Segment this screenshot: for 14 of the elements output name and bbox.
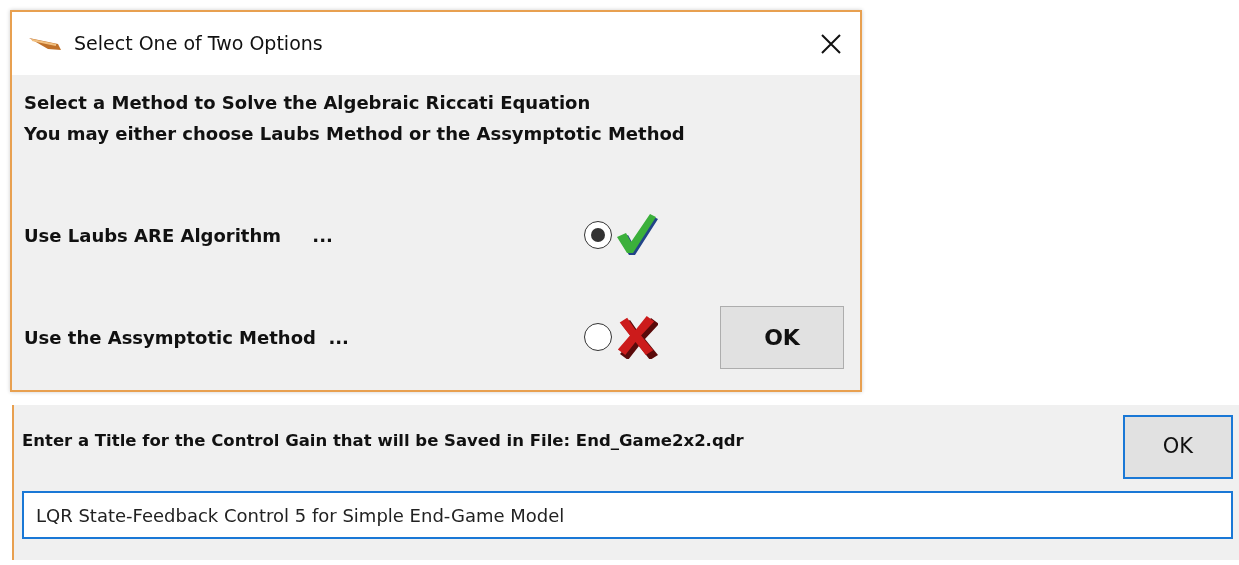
instruction-text: You may either choose Laubs Method or the Assymptotic Method (24, 122, 685, 146)
radio-button[interactable] (584, 323, 612, 351)
radio-button[interactable] (584, 221, 612, 249)
ok-button[interactable]: OK (1123, 415, 1233, 479)
option-label: Use the Assymptotic Method ... (24, 325, 350, 350)
window-title: Select One of Two Options (74, 31, 324, 57)
title-input-field[interactable]: LQR State-Feedback Control 5 for Simple End-Game Model (22, 491, 1233, 539)
app-icon (28, 35, 62, 52)
cross-icon (616, 315, 658, 359)
option-label: Use Laubs ARE Algorithm ... (24, 223, 334, 248)
check-icon (616, 213, 660, 257)
prompt-text: Enter a Title for the Control Gain that will be Saved in File: End_Game2x2.qdr (22, 430, 744, 452)
instruction-text: Select a Method to Solve the Algebraic Riccati Equation (24, 91, 591, 115)
ok-button[interactable]: OK (720, 305, 844, 369)
